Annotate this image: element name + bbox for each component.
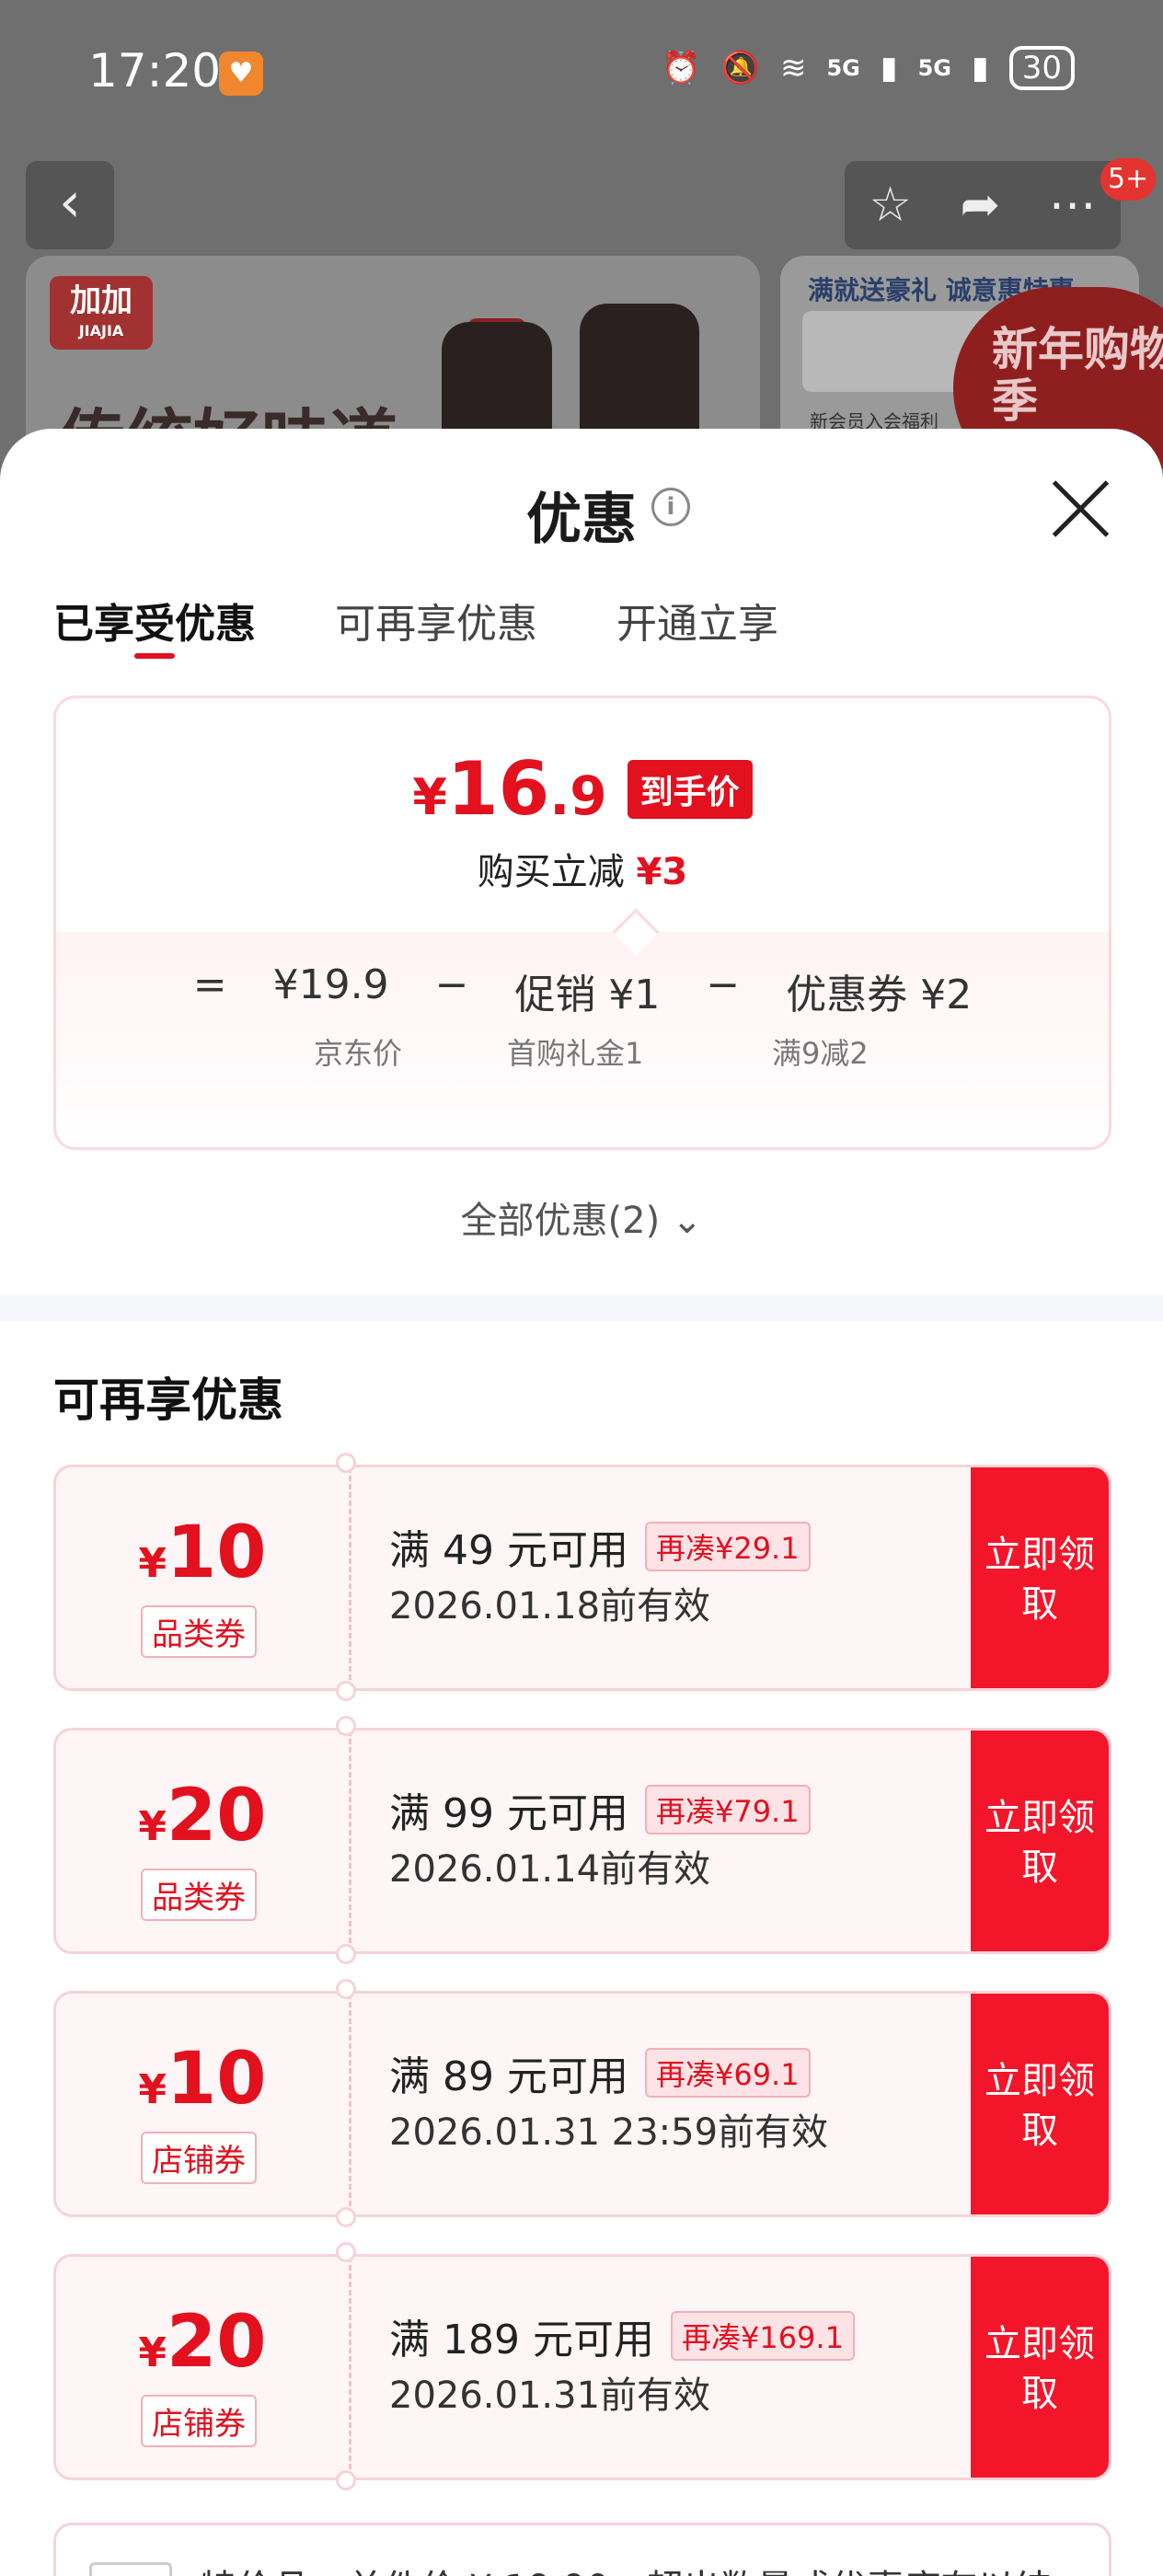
coupon-card: ¥10 店铺券 满 89 元可用 再凑¥69.1 2026.01.31 23:59… xyxy=(53,1991,1111,2217)
message-badge: 5+ xyxy=(1100,158,1157,201)
coupon-hole xyxy=(336,2470,356,2490)
coupon-hole xyxy=(336,1716,356,1736)
claim-coupon-button[interactable]: 立即领取 xyxy=(971,1994,1109,2214)
tab-enjoyed-offers[interactable]: 已享受优惠 xyxy=(53,591,256,659)
signal-5g-icon: 5G xyxy=(826,55,860,81)
health-app-icon: ♥ xyxy=(219,52,263,96)
special-price-note: 特价品，单件价 ¥ 19.90，超出数量或优惠库存以结 xyxy=(53,2523,1111,2576)
coupon-separator xyxy=(349,1994,351,2214)
brand-logo: 加加 JIAJIA xyxy=(50,276,153,350)
coupon-condition: 满 189 元可用 再凑¥169.1 xyxy=(389,2306,855,2365)
all-offers-toggle[interactable]: 全部优惠(2) ⌄ xyxy=(0,1190,1163,1244)
sheet-title: 优惠 xyxy=(526,488,637,552)
signal-bars-icon-2: ▮ xyxy=(972,50,989,86)
signal-5g-icon-2: 5G xyxy=(917,55,952,81)
coupon-value: 优惠券 ¥2 xyxy=(786,972,973,1018)
final-price: ¥16.9 xyxy=(412,746,607,832)
coupon-hole xyxy=(336,2207,356,2227)
coupon-hole xyxy=(336,1453,356,1473)
coupon-separator xyxy=(349,1731,351,1951)
share-icon[interactable]: ➦ xyxy=(961,178,1001,233)
coupon-expiry: 2026.01.18前有效 xyxy=(389,1585,711,1627)
back-button[interactable]: ‹ xyxy=(26,161,114,249)
price-formula: = ¥19.9 − 促销 ¥1 − 优惠券 ¥2 xyxy=(56,961,1109,1020)
chevron-down-icon: ⌄ xyxy=(671,1200,703,1242)
star-icon[interactable]: ☆ xyxy=(869,178,912,233)
claim-coupon-button[interactable]: 立即领取 xyxy=(971,1467,1109,1688)
promotion-label: 首购礼金1 xyxy=(507,1036,644,1071)
background-page: 17:20 ♥ ⏰ 🔕 ≋ 5G ▮ 5G ▮ 30 ‹ ☆ ➦ ⋯ 5+ 加加… xyxy=(0,0,1163,478)
coupon-type: 店铺券 xyxy=(141,2395,257,2447)
tab-activate-offers[interactable]: 开通立享 xyxy=(616,591,778,650)
coupon-amount: ¥10 xyxy=(138,1512,267,1594)
top-up-badge: 再凑¥79.1 xyxy=(644,1785,811,1834)
coupon-amount: ¥10 xyxy=(138,2038,267,2121)
coupon-card: ¥10 品类券 满 49 元可用 再凑¥29.1 2026.01.18前有效 立即… xyxy=(53,1465,1111,1691)
final-price-badge: 到手价 xyxy=(627,759,753,819)
equals-sign: = xyxy=(192,961,227,1008)
coupon-condition: 满 99 元可用 再凑¥79.1 xyxy=(389,1780,811,1839)
minus-sign-2: − xyxy=(706,961,741,1008)
price-summary: ¥16.9 到手价 购买立减 ¥3 xyxy=(56,698,1109,932)
coupon-condition: 满 49 元可用 再凑¥29.1 xyxy=(389,1517,811,1576)
offer-tabs: 已享受优惠 可再享优惠 开通立享 xyxy=(53,591,778,659)
coupon-amount: ¥20 xyxy=(138,2301,267,2384)
coupon-card: ¥20 店铺券 满 189 元可用 再凑¥169.1 2026.01.31前有效 … xyxy=(53,2254,1111,2480)
coupon-type: 品类券 xyxy=(141,1605,257,1658)
minus-sign: − xyxy=(434,961,469,1008)
wifi-icon: ≋ xyxy=(779,50,807,86)
coupon-type: 店铺券 xyxy=(141,2132,257,2184)
price-breakdown: = ¥19.9 − 促销 ¥1 − 优惠券 ¥2 京东价 首购礼金1 满9减2 xyxy=(56,932,1109,1147)
special-price-tag-icon xyxy=(89,2562,172,2576)
coupon-expiry: 2026.01.14前有效 xyxy=(389,1848,711,1891)
mute-icon: 🔕 xyxy=(720,50,760,86)
section-title: 可再享优惠 xyxy=(53,1374,283,1427)
jd-price-label: 京东价 xyxy=(314,1036,403,1071)
section-divider xyxy=(0,1295,1163,1321)
jd-price-value: ¥19.9 xyxy=(272,961,389,1008)
chevron-left-icon: ‹ xyxy=(59,170,81,235)
close-icon[interactable] xyxy=(1049,477,1113,541)
offers-sheet: 优惠 i 已享受优惠 可再享优惠 开通立享 ¥16.9 到手价 购买立减 ¥3 … xyxy=(0,429,1163,2576)
claim-coupon-button[interactable]: 立即领取 xyxy=(971,2257,1109,2478)
top-up-badge: 再凑¥169.1 xyxy=(670,2311,855,2361)
coupon-card: ¥20 品类券 满 99 元可用 再凑¥79.1 2026.01.14前有效 立即… xyxy=(53,1728,1111,1954)
coupon-separator xyxy=(349,1467,351,1688)
alarm-icon: ⏰ xyxy=(662,50,701,86)
top-action-bar: ☆ ➦ ⋯ xyxy=(845,161,1121,249)
coupon-condition: 满 89 元可用 再凑¥69.1 xyxy=(389,2043,811,2102)
final-price-row: ¥16.9 到手价 xyxy=(56,746,1109,832)
coupon-expiry: 2026.01.31前有效 xyxy=(389,2375,711,2417)
coupon-separator xyxy=(349,2257,351,2478)
coupon-label: 满9减2 xyxy=(772,1036,869,1071)
more-icon[interactable]: ⋯ xyxy=(1049,178,1097,233)
status-time: 17:20 xyxy=(88,44,222,98)
coupon-hole xyxy=(336,2242,356,2262)
coupon-hole xyxy=(336,1979,356,1999)
coupon-expiry: 2026.01.31 23:59前有效 xyxy=(389,2111,829,2154)
info-icon[interactable]: i xyxy=(651,488,690,526)
total-discount: 购买立减 ¥3 xyxy=(477,851,688,893)
claim-coupon-button[interactable]: 立即领取 xyxy=(971,1731,1109,1951)
top-up-badge: 再凑¥69.1 xyxy=(644,2048,811,2098)
status-icons: ⏰ 🔕 ≋ 5G ▮ 5G ▮ 30 xyxy=(662,46,1075,90)
coupon-type: 品类券 xyxy=(141,1869,257,1921)
signal-bars-icon: ▮ xyxy=(880,50,898,86)
battery-indicator: 30 xyxy=(1008,46,1075,90)
coupon-amount: ¥20 xyxy=(138,1775,267,1857)
status-bar: 17:20 ♥ ⏰ 🔕 ≋ 5G ▮ 5G ▮ 30 xyxy=(0,0,1163,138)
promotion-value: 促销 ¥1 xyxy=(514,972,661,1018)
tab-more-offers[interactable]: 可再享优惠 xyxy=(335,591,537,650)
coupon-hole xyxy=(336,1944,356,1964)
final-price-card: ¥16.9 到手价 购买立减 ¥3 = ¥19.9 − 促销 ¥1 − 优惠券 … xyxy=(53,696,1111,1150)
coupon-hole xyxy=(336,1681,356,1701)
top-up-badge: 再凑¥29.1 xyxy=(644,1522,811,1571)
special-price-text: 特价品，单件价 ¥ 19.90，超出数量或优惠库存以结 xyxy=(200,2559,1051,2576)
